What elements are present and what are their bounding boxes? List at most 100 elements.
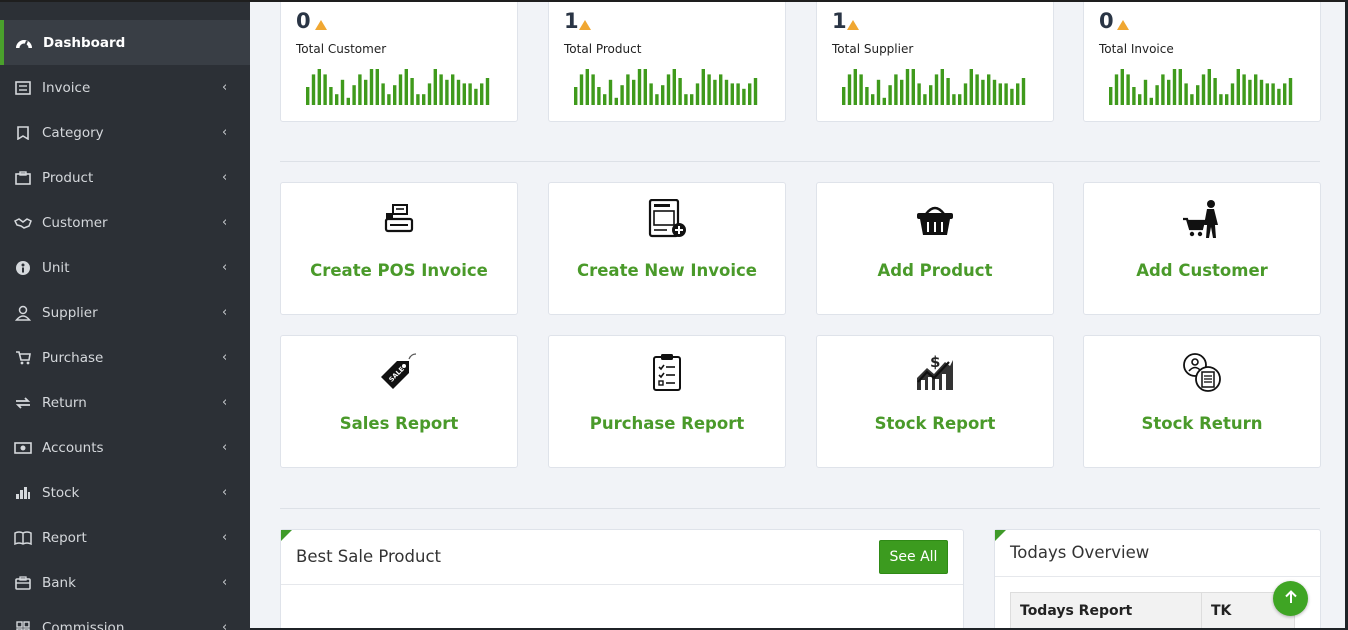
sparkline-bar xyxy=(608,79,613,105)
sidebar-item-label: Purchase xyxy=(42,349,104,366)
sparkline-bar xyxy=(1184,83,1188,105)
see-all-button[interactable]: See All xyxy=(879,540,948,574)
warning-triangle-icon xyxy=(1117,20,1129,30)
purchase-report-button[interactable]: Purchase Report xyxy=(548,335,786,468)
chevron-left-icon: ‹ xyxy=(222,80,228,95)
sparkline-bar xyxy=(1132,87,1136,105)
sidebar-item-customer[interactable]: Customer ‹ xyxy=(0,200,250,245)
sale-tag-icon: SALE xyxy=(379,352,419,392)
sparkline-bar xyxy=(1207,69,1211,105)
sparkline-bar xyxy=(369,69,374,105)
sidebar-item-product[interactable]: Product ‹ xyxy=(0,155,250,200)
dashboard-gauge-icon xyxy=(15,34,33,52)
action-label: Create POS Invoice xyxy=(310,261,488,280)
sidebar-item-dashboard[interactable]: Dashboard xyxy=(0,20,250,65)
panel-title: Todays Overview xyxy=(1010,543,1150,562)
sparkline-bar xyxy=(865,87,869,105)
stat-card-total-product[interactable]: 1 Total Product xyxy=(548,2,786,122)
add-customer-button[interactable]: Add Customer xyxy=(1083,182,1321,315)
product-box-icon xyxy=(14,169,32,187)
stat-value: 1 xyxy=(564,9,579,33)
sidebar-item-invoice[interactable]: Invoice ‹ xyxy=(0,65,250,110)
sparkline-bar xyxy=(1016,83,1020,105)
sidebar-item-category[interactable]: Category ‹ xyxy=(0,110,250,155)
sidebar-item-stock[interactable]: Stock ‹ xyxy=(0,470,250,515)
sparkline-bar xyxy=(940,69,944,105)
panel-header: Todays Overview xyxy=(995,530,1320,577)
arrow-up-icon xyxy=(1283,589,1299,609)
sparkline-bar xyxy=(1190,94,1194,105)
sidebar-item-label: Product xyxy=(42,169,94,186)
stock-return-button[interactable]: Stock Return xyxy=(1083,335,1321,468)
section-divider xyxy=(280,508,1320,509)
new-invoice-icon xyxy=(647,199,687,239)
chevron-left-icon: ‹ xyxy=(222,260,228,275)
sidebar-item-report[interactable]: Report ‹ xyxy=(0,515,250,560)
sparkline-bar xyxy=(637,69,642,105)
sparkline-bar xyxy=(1109,87,1113,105)
sales-report-button[interactable]: SALE Sales Report xyxy=(280,335,518,468)
create-new-invoice-button[interactable]: Create New Invoice xyxy=(548,182,786,315)
stat-card-total-customer[interactable]: 0 Total Customer xyxy=(280,2,518,122)
sparkline-bar xyxy=(364,79,368,105)
stock-report-button[interactable]: $ Stock Report xyxy=(816,335,1054,468)
handshake-icon xyxy=(14,214,32,232)
sparkline-bar xyxy=(975,74,979,105)
scroll-to-top-button[interactable] xyxy=(1273,581,1308,616)
sparkline-bar xyxy=(695,83,700,105)
sparkline-bar xyxy=(574,87,578,105)
sparkline-bar xyxy=(1149,97,1153,105)
todays-report-table: Todays Report TK xyxy=(1010,592,1295,628)
sparkline-bar xyxy=(416,94,420,105)
sidebar-item-commission[interactable]: Commission ‹ xyxy=(0,605,250,630)
sparkline-bar xyxy=(1161,74,1165,105)
sidebar-item-label: Report xyxy=(42,529,87,546)
grid-icon xyxy=(14,619,32,630)
sparkline-bar xyxy=(1248,79,1252,105)
sparkline-bar xyxy=(427,83,432,105)
warning-triangle-icon xyxy=(579,20,591,30)
exchange-icon xyxy=(14,394,32,412)
stat-label: Total Product xyxy=(564,42,642,56)
sparkline-bar xyxy=(346,97,350,105)
sparkline-bar xyxy=(306,87,310,105)
add-product-button[interactable]: Add Product xyxy=(816,182,1054,315)
create-pos-invoice-button[interactable]: Create POS Invoice xyxy=(280,182,518,315)
category-tag-icon xyxy=(14,124,32,142)
action-label: Sales Report xyxy=(339,414,459,433)
shopper-cart-icon xyxy=(1182,199,1222,239)
sidebar-item-accounts[interactable]: Accounts ‹ xyxy=(0,425,250,470)
sidebar-item-purchase[interactable]: Purchase ‹ xyxy=(0,335,250,380)
sparkline-bar xyxy=(585,69,589,105)
chevron-left-icon: ‹ xyxy=(222,620,228,630)
sparkline-bar xyxy=(1219,94,1223,105)
sparkline-bar xyxy=(911,69,915,105)
sidebar-item-unit[interactable]: Unit ‹ xyxy=(0,245,250,290)
sparkline-bar xyxy=(1259,79,1264,105)
sparkline-bar xyxy=(439,74,443,105)
sparkline-bar xyxy=(684,94,688,105)
pos-register-icon xyxy=(379,199,419,239)
sparkline-bar xyxy=(1277,88,1281,105)
stat-card-total-invoice[interactable]: 0 Total Invoice xyxy=(1083,2,1321,122)
action-label: Stock Return xyxy=(1141,414,1263,433)
sidebar-item-supplier[interactable]: Supplier ‹ xyxy=(0,290,250,335)
sparkline-bar xyxy=(462,83,466,105)
sparkline-bar xyxy=(597,87,601,105)
sparkline-bar xyxy=(358,74,362,105)
sparkline-bar xyxy=(946,78,950,105)
sidebar-item-bank[interactable]: Bank ‹ xyxy=(0,560,250,605)
sparkline-bar xyxy=(1010,88,1014,105)
sparkline-bar xyxy=(1225,94,1229,105)
sparkline-bar xyxy=(853,69,857,105)
sparkline-bars xyxy=(306,69,490,105)
sparkline-bar xyxy=(1288,78,1293,105)
stat-card-total-supplier[interactable]: 1 Total Supplier xyxy=(816,2,1054,122)
sparkline-bar xyxy=(1196,85,1200,105)
sidebar-item-return[interactable]: Return ‹ xyxy=(0,380,250,425)
sparkline-bar xyxy=(1230,83,1235,105)
sparkline-bar xyxy=(724,79,729,105)
sparkline-bar xyxy=(591,74,595,105)
sidebar-item-label: Commission xyxy=(42,619,125,630)
stat-label: Total Invoice xyxy=(1099,42,1174,56)
